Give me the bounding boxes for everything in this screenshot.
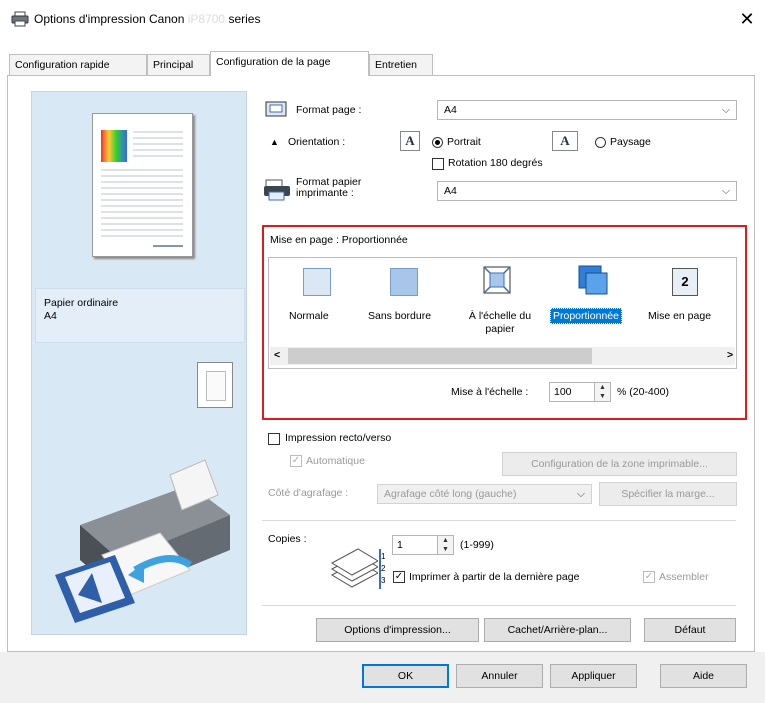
borderless-layout-icon[interactable]: [390, 268, 418, 296]
auto-duplex-checkbox[interactable]: ✓: [290, 455, 302, 467]
layout-option-fit-to-page[interactable]: À l'échelle du papier: [462, 310, 538, 336]
auto-duplex-label: Automatique: [306, 455, 365, 467]
printer-illustration-icon: [55, 459, 230, 623]
title-bar: Options d'impression Canon iP8700 series…: [0, 0, 765, 40]
svg-text:2: 2: [381, 564, 386, 573]
cancel-button[interactable]: Annuler: [456, 664, 543, 688]
scroll-left-arrow-icon[interactable]: <: [274, 349, 280, 361]
printer-icon: [11, 11, 29, 27]
orientation-label: Orientation :: [288, 136, 346, 148]
copies-range: (1-999): [460, 539, 494, 551]
portrait-label: Portrait: [447, 136, 481, 148]
chevron-down-icon: ⌵: [577, 488, 585, 500]
reverse-order-label: Imprimer à partir de la dernière page: [409, 571, 580, 583]
stapling-side-value: Agrafage côté long (gauche): [384, 488, 517, 500]
layout-option-normal[interactable]: Normale: [289, 310, 329, 322]
landscape-label: Paysage: [610, 136, 651, 148]
printer-paper-select[interactable]: A4 ⌵: [437, 181, 737, 201]
page-size-value: A4: [444, 104, 457, 116]
tab-quick-setup[interactable]: Configuration rapide: [9, 54, 147, 75]
close-button[interactable]: ✕: [736, 8, 758, 30]
page-preview: [92, 113, 193, 257]
media-info: Papier ordinaire A4: [35, 288, 245, 343]
fit-to-page-layout-icon[interactable]: [482, 265, 512, 295]
layout-option-borderless[interactable]: Sans bordure: [368, 310, 431, 322]
tab-maintenance[interactable]: Entretien: [369, 54, 433, 75]
defaults-button[interactable]: Défaut: [644, 618, 736, 642]
tab-main[interactable]: Principal: [147, 54, 210, 75]
apply-button[interactable]: Appliquer: [550, 664, 637, 688]
page-preview-content: [101, 130, 183, 247]
help-button[interactable]: Aide: [660, 664, 747, 688]
landscape-icon: A: [552, 131, 578, 151]
print-area-setup-button[interactable]: Configuration de la zone imprimable...: [502, 452, 737, 476]
collate-checkbox[interactable]: ✓: [643, 571, 655, 583]
page-layout-caption: Mise en page : Proportionnée: [270, 234, 408, 246]
layout-option-page-layout[interactable]: Mise en page: [648, 310, 711, 322]
stapling-side-select[interactable]: Agrafage côté long (gauche) ⌵: [377, 484, 592, 504]
layout-scrollbar-thumb[interactable]: [288, 348, 592, 364]
copies-label: Copies :: [268, 533, 307, 545]
stamp-background-button[interactable]: Cachet/Arrière-plan...: [484, 618, 631, 642]
scaling-label: Mise à l'échelle :: [451, 386, 529, 398]
printer-paper-value: A4: [444, 185, 457, 197]
page-layout-icon[interactable]: 2: [672, 268, 698, 296]
scaling-value: 100: [554, 386, 572, 398]
page-size-select[interactable]: A4 ⌵: [437, 100, 737, 120]
copies-value: 1: [397, 539, 403, 551]
scaling-range: % (20-400): [617, 386, 669, 398]
copies-input[interactable]: 1: [392, 535, 438, 555]
svg-text:3: 3: [381, 576, 386, 585]
rotate-180-label: Rotation 180 degrés: [448, 157, 543, 169]
copies-stack-icon: 1 2 3: [330, 548, 386, 589]
scaling-input[interactable]: 100: [549, 382, 595, 402]
scaling-spinner[interactable]: ▲ ▼: [595, 382, 611, 402]
svg-text:1: 1: [381, 552, 386, 561]
portrait-icon: A: [400, 131, 420, 151]
page-size-icon: [265, 101, 287, 117]
page-size-label: Format page :: [296, 104, 362, 116]
normal-layout-icon[interactable]: [303, 268, 331, 296]
rotate-180-checkbox[interactable]: [432, 158, 444, 170]
chevron-down-icon: ⌵: [722, 104, 730, 116]
separator: [262, 520, 736, 521]
scaled-layout-icon[interactable]: [577, 264, 609, 296]
bullet-icon: ▲: [270, 137, 279, 147]
layout-option-scaled[interactable]: Proportionnée: [550, 308, 622, 324]
landscape-radio[interactable]: [595, 137, 606, 148]
print-options-button[interactable]: Options d'impression...: [316, 618, 479, 642]
portrait-radio[interactable]: [432, 137, 443, 148]
output-paper-icon: [197, 362, 233, 408]
close-icon: ✕: [739, 9, 755, 29]
separator: [262, 605, 736, 606]
media-size: A4: [44, 310, 57, 322]
copies-spinner[interactable]: ▲ ▼: [438, 535, 454, 555]
duplex-label: Impression recto/verso: [285, 432, 392, 444]
specify-margin-button[interactable]: Spécifier la marge...: [599, 482, 737, 506]
stapling-side-label: Côté d'agrafage :: [268, 487, 349, 499]
window-title: Options d'impression Canon iP8700 series: [34, 12, 261, 26]
tab-page-setup[interactable]: Configuration de la page: [210, 51, 369, 76]
printer-paper-label: Format papier imprimante :: [296, 176, 362, 199]
reverse-order-checkbox[interactable]: ✓: [393, 571, 405, 583]
duplex-checkbox[interactable]: [268, 433, 280, 445]
chevron-down-icon: ⌵: [722, 185, 730, 197]
printer-paper-icon: [264, 179, 290, 201]
collate-label: Assembler: [659, 571, 709, 583]
scroll-right-arrow-icon[interactable]: >: [727, 349, 733, 361]
media-type: Papier ordinaire: [44, 297, 119, 309]
printer-model-name: iP8700: [187, 12, 226, 26]
ok-button[interactable]: OK: [362, 664, 449, 688]
